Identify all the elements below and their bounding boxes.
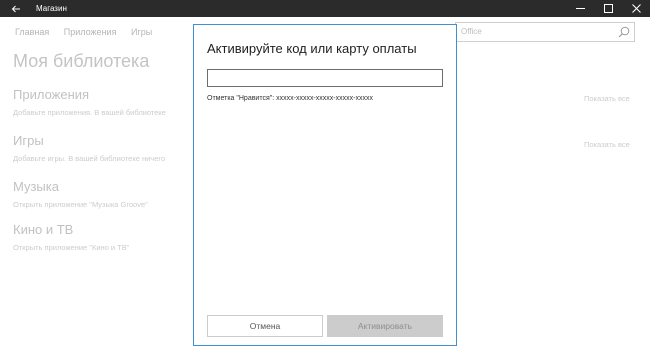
code-format-hint: Отметка "Нравится": xxxxx-xxxxx-xxxxx-xx… (207, 95, 373, 102)
nav-tabs: Главная Приложения Игры (15, 27, 164, 37)
search-input[interactable]: Office (461, 27, 482, 36)
window-title: Магазин (36, 4, 67, 13)
search-box[interactable]: Office (455, 22, 635, 42)
section-title-games[interactable]: Игры (13, 133, 44, 148)
maximize-button[interactable] (594, 0, 622, 17)
title-bar: Магазин (0, 0, 650, 17)
close-icon (631, 4, 641, 13)
back-button[interactable] (0, 0, 32, 17)
code-input[interactable] (207, 69, 443, 87)
section-desc-apps: Добавьте приложения. В вашей библиотеке (13, 108, 166, 117)
tab-games[interactable]: Игры (131, 27, 152, 37)
section-desc-music[interactable]: Открыть приложение "Музыка Groove" (13, 200, 148, 209)
back-arrow-icon (11, 5, 20, 12)
section-desc-movies[interactable]: Открыть приложение "Кино и ТВ" (13, 243, 129, 252)
show-all-games-link[interactable]: Показать все (584, 140, 630, 149)
search-icon[interactable] (618, 26, 630, 38)
section-title-movies[interactable]: Кино и ТВ (13, 222, 73, 237)
tab-apps[interactable]: Приложения (64, 27, 117, 37)
section-title-apps[interactable]: Приложения (13, 87, 89, 102)
dialog-title: Активируйте код или карту оплаты (207, 41, 417, 56)
minimize-icon (575, 8, 585, 9)
activate-button[interactable]: Активировать (327, 315, 443, 337)
redeem-code-dialog: Активируйте код или карту оплаты Отметка… (193, 24, 457, 346)
show-all-apps-link[interactable]: Показать все (584, 94, 630, 103)
close-button[interactable] (622, 0, 650, 17)
maximize-icon (603, 4, 613, 13)
section-desc-games: Добавьте игры. В вашей библиотеке ничего (13, 154, 166, 163)
tab-home[interactable]: Главная (15, 27, 49, 37)
page-title: Моя библиотека (13, 51, 150, 71)
minimize-button[interactable] (566, 0, 594, 17)
section-title-music[interactable]: Музыка (13, 179, 59, 194)
cancel-button[interactable]: Отмена (207, 315, 323, 337)
